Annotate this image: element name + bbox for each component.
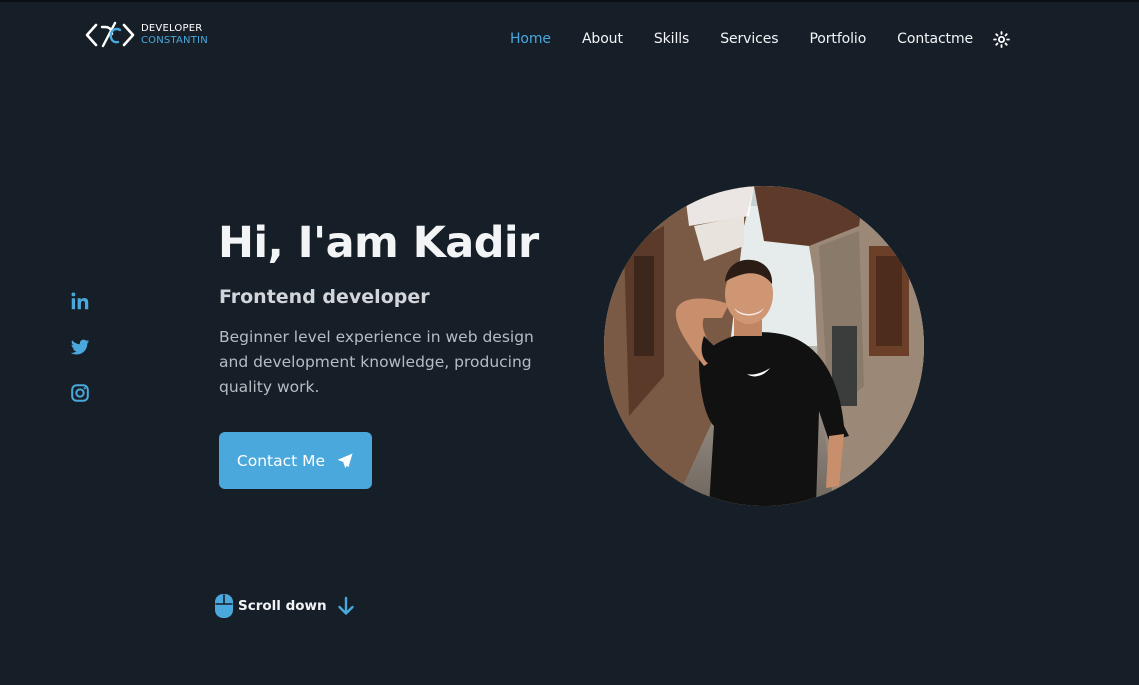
nav-about[interactable]: About [582, 31, 623, 47]
arrow-down-icon [337, 596, 354, 615]
top-border [0, 0, 1139, 2]
profile-photo-illustration [604, 186, 924, 506]
nav-skills[interactable]: Skills [654, 31, 689, 47]
hero-description: Beginner level experience in web design … [219, 328, 534, 396]
brand-line-2: CONSTANTIN [141, 35, 208, 46]
nav-home[interactable]: Home [510, 31, 551, 47]
nav-services[interactable]: Services [720, 31, 778, 47]
contact-me-button[interactable]: Contact Me [219, 432, 372, 489]
twitter-link[interactable] [69, 336, 91, 358]
code-brackets-logo-icon [85, 21, 135, 48]
nav-portfolio[interactable]: Portfolio [809, 31, 866, 47]
instagram-link[interactable] [69, 382, 91, 404]
social-links [69, 290, 91, 404]
profile-photo [604, 186, 924, 506]
brand-line-1: DEVELOPER [141, 23, 203, 34]
nav-contactme[interactable]: Contactme [897, 31, 973, 47]
contact-me-label: Contact Me [236, 451, 326, 470]
linkedin-icon [71, 292, 89, 310]
hero-title: Hi, I'am Kadir [218, 218, 539, 268]
twitter-icon [70, 339, 90, 355]
theme-toggle[interactable] [992, 30, 1010, 48]
instagram-icon [71, 384, 89, 402]
mouse-icon [215, 594, 233, 618]
scroll-down-link[interactable]: Scroll down [214, 592, 355, 620]
brand-logo[interactable]: DEVELOPER CONSTANTIN [84, 18, 208, 52]
sun-icon [992, 30, 1010, 48]
main-nav: Home About Skills Services Portfolio Con… [510, 28, 1010, 50]
page: DEVELOPER CONSTANTIN Home About Skills S… [0, 0, 1139, 685]
hero-subtitle: Frontend developer [219, 286, 430, 308]
paper-plane-icon [337, 453, 353, 468]
scroll-down-label: Scroll down [238, 598, 327, 614]
linkedin-link[interactable] [69, 290, 91, 312]
